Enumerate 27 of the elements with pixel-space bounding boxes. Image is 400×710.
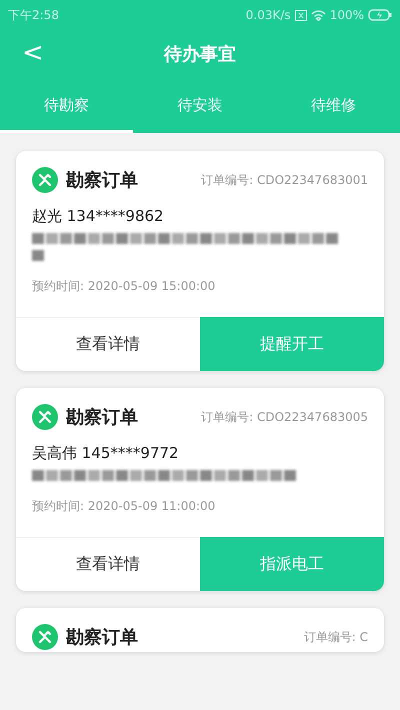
tab[interactable]: 待安装 <box>133 78 267 133</box>
tools-icon <box>32 404 58 430</box>
appointment-time: 预约时间: 2020-05-09 15:00:00 <box>32 278 216 295</box>
order-type: 勘察订单 <box>66 626 138 649</box>
order-type: 勘察订单 <box>66 169 138 192</box>
appointment-time: 预约时间: 2020-05-09 11:00:00 <box>32 498 216 515</box>
tab[interactable]: 待勘察 <box>0 78 134 133</box>
customer-contact: 赵光 134****9862 <box>32 207 165 226</box>
order-number: 订单编号: CDO22347683005 <box>201 408 368 426</box>
status-time: 下午2:58 <box>8 6 59 24</box>
customer-contact: 吴高伟 145****9772 <box>32 444 180 463</box>
action-button[interactable]: 指派电工 <box>200 537 384 591</box>
page-title: 待办事宜 <box>164 43 236 66</box>
order-type: 勘察订单 <box>66 406 138 429</box>
sim-icon <box>294 10 307 20</box>
order-number: 订单编号: C <box>304 628 368 646</box>
battery-icon <box>368 9 392 21</box>
tools-icon <box>32 167 58 193</box>
order-number: 订单编号: CDO22347683001 <box>201 172 368 188</box>
action-button[interactable]: 提醒开工 <box>200 317 384 371</box>
network-speed: 0.03K/s <box>246 8 291 22</box>
tab[interactable]: 待维修 <box>266 78 400 133</box>
wifi-icon <box>310 10 326 20</box>
details-button[interactable]: 查看详情 <box>16 537 200 591</box>
battery-level: 100% <box>330 8 364 22</box>
details-button[interactable]: 查看详情 <box>16 317 200 371</box>
back-button[interactable]: < <box>18 38 48 68</box>
